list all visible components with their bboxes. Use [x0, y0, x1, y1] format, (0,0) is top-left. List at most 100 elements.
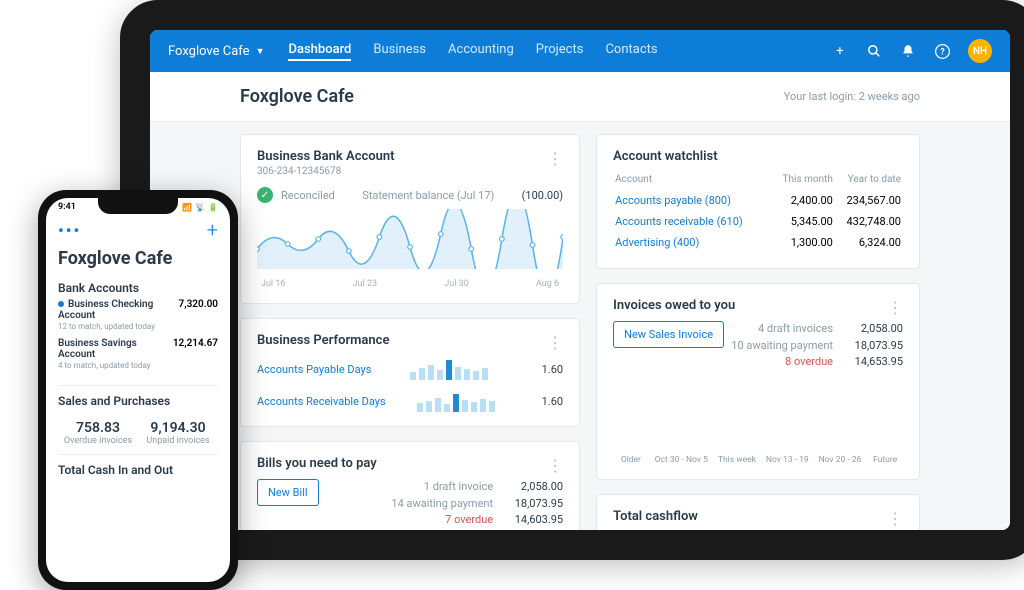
- x-label: Aug 6: [536, 279, 559, 289]
- perf-metric-link[interactable]: Accounts Payable Days: [257, 363, 371, 376]
- perf-value: 1.60: [527, 363, 563, 376]
- nav-contacts[interactable]: Contacts: [605, 42, 657, 61]
- stat-value: 14,603.95: [501, 512, 563, 529]
- org-picker[interactable]: Foxglove Cafe ▼: [168, 44, 288, 59]
- invoices-title: Invoices owed to you: [613, 298, 903, 313]
- overdue-invoices-label: Overdue invoices: [58, 436, 138, 446]
- statement-balance-value: (100.00): [522, 189, 563, 202]
- invoices-bar-chart: Older Oct 30 - Nov 5 This week Nov 13 - …: [613, 385, 903, 465]
- phone-cash-chart: [46, 485, 230, 535]
- battery-icon: 🔋: [208, 203, 218, 212]
- statement-balance-label: Statement balance (Jul 17): [362, 189, 494, 202]
- business-performance-card: ⋮ Business Performance Accounts Payable …: [240, 318, 580, 427]
- phone-menu-icon[interactable]: •••: [58, 221, 81, 240]
- signal-icon: 📶: [182, 203, 192, 212]
- stat-label: 1 draft invoice: [424, 480, 493, 493]
- bar-col: Older: [617, 451, 645, 465]
- x-label: Jul 23: [353, 279, 377, 289]
- bar-col: This week: [718, 451, 756, 465]
- col-header: Account: [615, 174, 770, 189]
- notifications-icon[interactable]: [900, 43, 916, 59]
- bar-col: Oct 30 - Nov 5: [655, 451, 708, 465]
- card-menu-icon[interactable]: ⋮: [547, 456, 563, 475]
- account-link[interactable]: Advertising (400): [615, 236, 699, 249]
- account-row[interactable]: Business Savings Account4 to match, upda…: [58, 338, 218, 371]
- stat-label: 7 overdue: [445, 513, 493, 526]
- page-title: Foxglove Cafe: [240, 86, 354, 107]
- bar-col: Future: [871, 451, 899, 465]
- stat-value: 2,058.00: [501, 479, 563, 496]
- table-row: Accounts receivable (610) 5,345.00432,74…: [615, 212, 901, 231]
- top-nav-bar: Foxglove Cafe ▼ Dashboard Business Accou…: [150, 30, 1010, 72]
- stat-value: 18,073.95: [501, 496, 563, 513]
- help-icon[interactable]: ?: [934, 43, 950, 59]
- card-menu-icon[interactable]: ⋮: [547, 333, 563, 352]
- bar-col: Nov 20 - 26: [819, 451, 862, 465]
- phone-sales-title: Sales and Purchases: [58, 394, 218, 408]
- stat-value: 2,058.00: [841, 321, 903, 338]
- account-link[interactable]: Accounts payable (800): [615, 194, 731, 207]
- new-invoice-button[interactable]: New Sales Invoice: [613, 321, 724, 348]
- invoices-card: ⋮ Invoices owed to you New Sales Invoice…: [596, 283, 920, 480]
- svg-text:?: ?: [940, 47, 945, 57]
- avatar[interactable]: NH: [968, 39, 992, 63]
- phone-cash-title: Total Cash In and Out: [58, 463, 218, 477]
- bills-card: ⋮ Bills you need to pay New Bill 1 draft…: [240, 441, 580, 530]
- card-menu-icon[interactable]: ⋮: [887, 298, 903, 317]
- main-nav: Dashboard Business Accounting Projects C…: [288, 42, 657, 61]
- bank-card-title: Business Bank Account: [257, 149, 563, 164]
- search-icon[interactable]: [866, 43, 882, 59]
- wifi-icon: 📡: [195, 203, 205, 212]
- add-icon[interactable]: +: [832, 43, 848, 59]
- x-label: Jul 30: [444, 279, 468, 289]
- bank-account-card: ⋮ Business Bank Account 306-234-12345678…: [240, 134, 580, 304]
- stat-value: 18,073.95: [841, 338, 903, 355]
- nav-projects[interactable]: Projects: [536, 42, 584, 61]
- bar-col: Nov 13 - 19: [766, 451, 809, 465]
- phone-title: Foxglove Cafe: [46, 246, 230, 277]
- balance-sparkline: [257, 209, 563, 269]
- col-header: Year to date: [835, 174, 901, 189]
- perf-title: Business Performance: [257, 333, 563, 348]
- nav-dashboard[interactable]: Dashboard: [288, 42, 351, 61]
- account-link[interactable]: Accounts receivable (610): [615, 215, 743, 228]
- reconciled-status: Reconciled: [281, 189, 335, 202]
- unpaid-invoices-value: 9,194.30: [138, 420, 218, 436]
- x-label: Jul 16: [261, 279, 285, 289]
- perf-value: 1.60: [527, 395, 563, 408]
- table-row: Advertising (400) 1,300.006,324.00: [615, 233, 901, 252]
- col-header: This month: [772, 174, 833, 189]
- watchlist-title: Account watchlist: [613, 149, 903, 164]
- stat-label: 8 overdue: [785, 355, 833, 368]
- mini-bar-chart: [417, 390, 495, 412]
- phone-bank-title: Bank Accounts: [58, 281, 218, 295]
- status-dot-icon: [58, 301, 64, 307]
- account-row[interactable]: Business Checking Account12 to match, up…: [58, 299, 218, 332]
- cashflow-title: Total cashflow: [613, 509, 903, 524]
- last-login: Your last login: 2 weeks ago: [784, 90, 920, 103]
- stat-value: 14,653.95: [841, 354, 903, 371]
- phone-time: 9:41: [58, 202, 76, 212]
- page-header: Foxglove Cafe Your last login: 2 weeks a…: [150, 72, 1010, 122]
- bills-title: Bills you need to pay: [257, 456, 563, 471]
- phone-notch: [98, 198, 178, 214]
- perf-metric-link[interactable]: Accounts Receivable Days: [257, 395, 386, 408]
- stat-label: 4 draft invoices: [758, 322, 833, 335]
- card-menu-icon[interactable]: ⋮: [887, 509, 903, 528]
- unpaid-invoices-label: Unpaid invoices: [138, 436, 218, 446]
- watchlist-card: Account watchlist Account This month Yea…: [596, 134, 920, 269]
- chevron-down-icon: ▼: [256, 46, 265, 57]
- table-row: Accounts payable (800) 2,400.00234,567.0…: [615, 191, 901, 210]
- stat-label: 14 awaiting payment: [391, 497, 493, 510]
- check-icon: ✓: [257, 187, 273, 203]
- overdue-invoices-value: 758.83: [58, 420, 138, 436]
- mini-bar-chart: [410, 358, 488, 380]
- new-bill-button[interactable]: New Bill: [257, 479, 319, 506]
- nav-business[interactable]: Business: [373, 42, 426, 61]
- phone-frame: 9:41 📶📡🔋 ••• + Foxglove Cafe Bank Accoun…: [38, 190, 238, 590]
- org-name: Foxglove Cafe: [168, 44, 250, 59]
- card-menu-icon[interactable]: ⋮: [547, 149, 563, 168]
- bank-account-number: 306-234-12345678: [257, 166, 563, 177]
- nav-accounting[interactable]: Accounting: [448, 42, 514, 61]
- phone-add-icon[interactable]: +: [207, 218, 218, 242]
